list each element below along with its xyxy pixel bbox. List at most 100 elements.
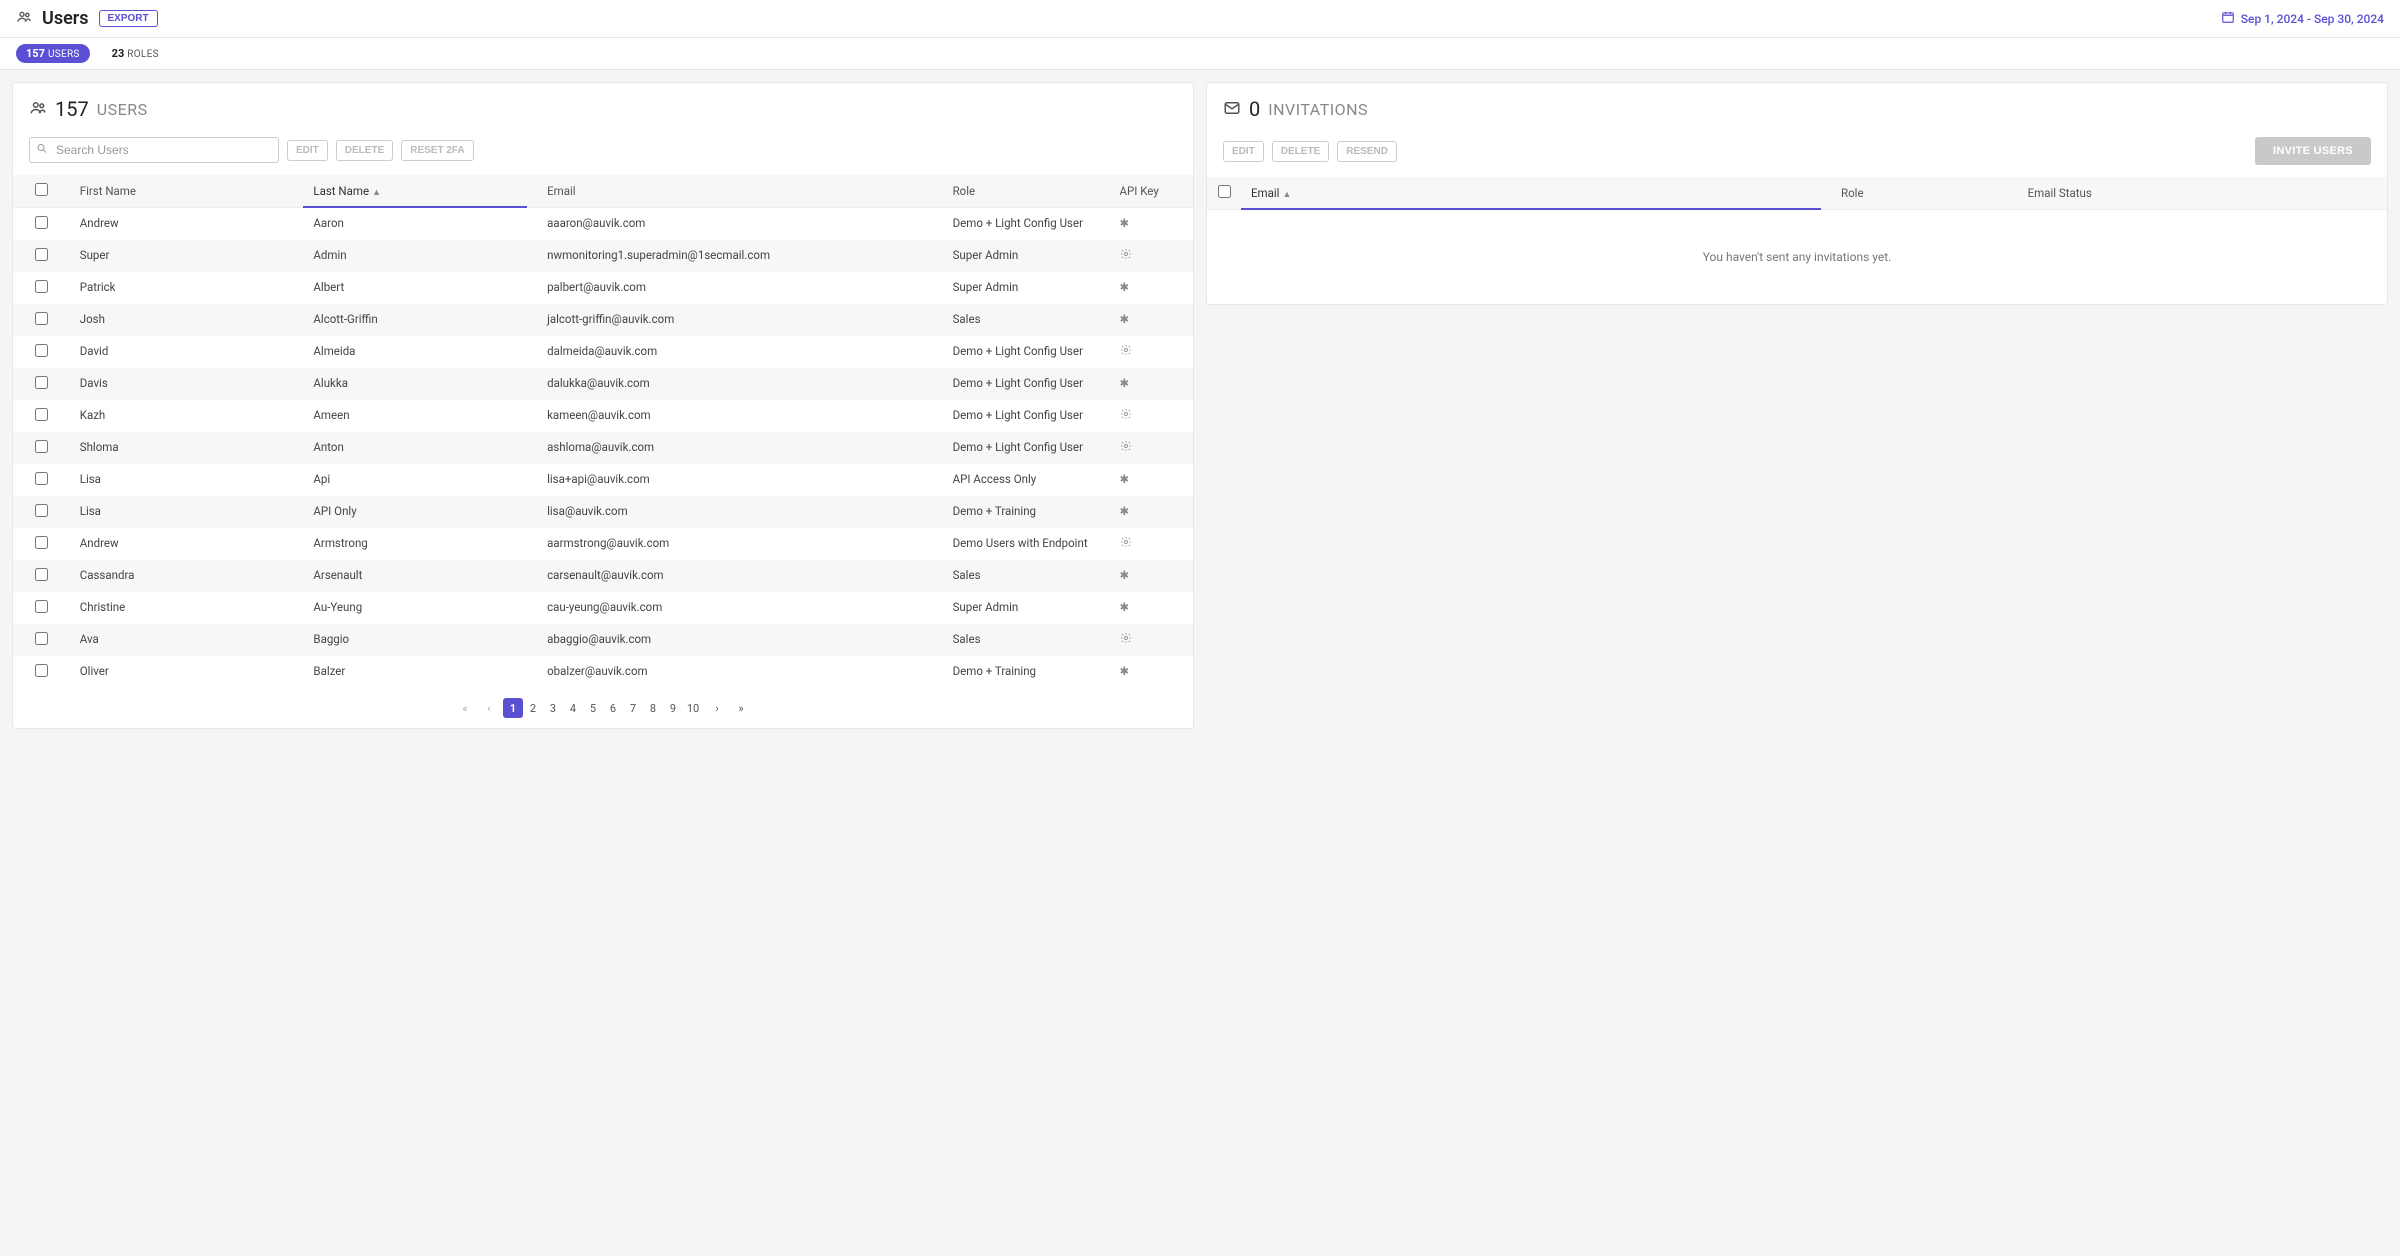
cell-first-name: Lisa (70, 464, 304, 496)
table-row[interactable]: ChristineAu-Yeungcau-yeung@auvik.comSupe… (13, 592, 1193, 624)
page-number[interactable]: 4 (563, 698, 583, 718)
row-checkbox[interactable] (35, 568, 48, 581)
row-checkbox[interactable] (35, 472, 48, 485)
cell-email: nwmonitoring1.superadmin@1secmail.com (537, 240, 943, 272)
table-row[interactable]: SuperAdminnwmonitoring1.superadmin@1secm… (13, 240, 1193, 272)
page-number[interactable]: 7 (623, 698, 643, 718)
page-number[interactable]: 8 (643, 698, 663, 718)
page-first-icon[interactable]: « (455, 698, 475, 718)
page-title: Users (42, 8, 89, 29)
row-checkbox[interactable] (35, 600, 48, 613)
inv-select-all-checkbox[interactable] (1218, 185, 1231, 198)
table-row[interactable]: ShlomaAntonashloma@auvik.comDemo + Light… (13, 432, 1193, 464)
gear-icon[interactable] (1120, 249, 1132, 263)
row-checkbox[interactable] (35, 504, 48, 517)
table-row[interactable]: LisaAPI Onlylisa@auvik.comDemo + Trainin… (13, 496, 1193, 528)
cell-role: Demo + Light Config User (943, 400, 1110, 432)
col-last-name[interactable]: Last Name▲ (303, 175, 537, 208)
cell-email: aarmstrong@auvik.com (537, 528, 943, 560)
inv-edit-button[interactable]: EDIT (1223, 141, 1264, 162)
table-row[interactable]: KazhAmeenkameen@auvik.comDemo + Light Co… (13, 400, 1193, 432)
gear-icon[interactable] (1120, 633, 1132, 647)
export-button[interactable]: EXPORT (99, 10, 158, 27)
row-checkbox[interactable] (35, 536, 48, 549)
table-row[interactable]: OliverBalzerobalzer@auvik.comDemo + Trai… (13, 656, 1193, 688)
cell-email: jalcott-griffin@auvik.com (537, 304, 943, 336)
page-number[interactable]: 10 (683, 698, 703, 718)
inv-delete-button[interactable]: DELETE (1272, 141, 1329, 162)
inv-col-email[interactable]: Email▲ (1241, 177, 1831, 210)
cell-role: Demo + Light Config User (943, 208, 1110, 241)
cell-last-name: Balzer (303, 656, 537, 688)
row-checkbox[interactable] (35, 440, 48, 453)
col-first-name[interactable]: First Name (70, 175, 304, 208)
table-row[interactable]: AndrewAaronaaaron@auvik.comDemo + Light … (13, 208, 1193, 241)
inv-resend-button[interactable]: RESEND (1337, 141, 1397, 162)
cell-last-name: Admin (303, 240, 537, 272)
asterisk-icon[interactable]: ✱ (1120, 376, 1130, 390)
row-checkbox[interactable] (35, 376, 48, 389)
tab-users[interactable]: 157 USERS (16, 44, 90, 63)
row-checkbox[interactable] (35, 632, 48, 645)
users-icon (16, 9, 32, 28)
users-icon (29, 99, 47, 120)
cell-email: kameen@auvik.com (537, 400, 943, 432)
table-row[interactable]: LisaApilisa+api@auvik.comAPI Access Only… (13, 464, 1193, 496)
cell-role: Super Admin (943, 592, 1110, 624)
cell-first-name: Christine (70, 592, 304, 624)
table-row[interactable]: AndrewArmstrongaarmstrong@auvik.comDemo … (13, 528, 1193, 560)
page-last-icon[interactable]: » (731, 698, 751, 718)
page-number[interactable]: 6 (603, 698, 623, 718)
asterisk-icon[interactable]: ✱ (1120, 664, 1130, 678)
table-row[interactable]: JoshAlcott-Griffinjalcott-griffin@auvik.… (13, 304, 1193, 336)
asterisk-icon[interactable]: ✱ (1120, 504, 1130, 518)
row-checkbox[interactable] (35, 344, 48, 357)
col-api-key[interactable]: API Key (1110, 175, 1194, 208)
row-checkbox[interactable] (35, 280, 48, 293)
page-number[interactable]: 9 (663, 698, 683, 718)
invite-users-button[interactable]: INVITE USERS (2255, 137, 2371, 165)
col-role[interactable]: Role (943, 175, 1110, 208)
inv-col-role[interactable]: Role (1831, 177, 2018, 210)
inv-col-status[interactable]: Email Status (2018, 177, 2387, 210)
gear-icon[interactable] (1120, 537, 1132, 551)
sort-asc-icon: ▲ (372, 188, 381, 198)
gear-icon[interactable] (1120, 441, 1132, 455)
page-number[interactable]: 3 (543, 698, 563, 718)
asterisk-icon[interactable]: ✱ (1120, 568, 1130, 582)
pagination: « ‹ 12345678910 › » (13, 688, 1193, 728)
search-input[interactable] (29, 137, 279, 163)
row-checkbox[interactable] (35, 248, 48, 261)
delete-button[interactable]: DELETE (336, 140, 393, 161)
table-row[interactable]: DavisAlukkadalukka@auvik.comDemo + Light… (13, 368, 1193, 400)
table-row[interactable]: CassandraArsenaultcarsenault@auvik.comSa… (13, 560, 1193, 592)
cell-last-name: Albert (303, 272, 537, 304)
gear-icon[interactable] (1120, 345, 1132, 359)
date-range-picker[interactable]: Sep 1, 2024 - Sep 30, 2024 (2221, 10, 2384, 27)
col-email[interactable]: Email (537, 175, 943, 208)
row-checkbox[interactable] (35, 216, 48, 229)
cell-role: Demo + Training (943, 656, 1110, 688)
page-number[interactable]: 2 (523, 698, 543, 718)
page-next-icon[interactable]: › (707, 698, 727, 718)
asterisk-icon[interactable]: ✱ (1120, 216, 1130, 230)
gear-icon[interactable] (1120, 409, 1132, 423)
table-row[interactable]: PatrickAlbertpalbert@auvik.comSuper Admi… (13, 272, 1193, 304)
asterisk-icon[interactable]: ✱ (1120, 280, 1130, 294)
tab-roles[interactable]: 23 ROLES (102, 44, 169, 63)
edit-button[interactable]: EDIT (287, 140, 328, 161)
row-checkbox[interactable] (35, 312, 48, 325)
select-all-checkbox[interactable] (35, 183, 48, 196)
table-row[interactable]: AvaBaggioabaggio@auvik.comSales (13, 624, 1193, 656)
table-row[interactable]: DavidAlmeidadalmeida@auvik.comDemo + Lig… (13, 336, 1193, 368)
row-checkbox[interactable] (35, 664, 48, 677)
page-number[interactable]: 5 (583, 698, 603, 718)
asterisk-icon[interactable]: ✱ (1120, 312, 1130, 326)
asterisk-icon[interactable]: ✱ (1120, 600, 1130, 614)
page-prev-icon[interactable]: ‹ (479, 698, 499, 718)
row-checkbox[interactable] (35, 408, 48, 421)
asterisk-icon[interactable]: ✱ (1120, 472, 1130, 486)
cell-last-name: Ameen (303, 400, 537, 432)
page-number[interactable]: 1 (503, 698, 523, 718)
reset-2fa-button[interactable]: RESET 2FA (401, 140, 473, 161)
